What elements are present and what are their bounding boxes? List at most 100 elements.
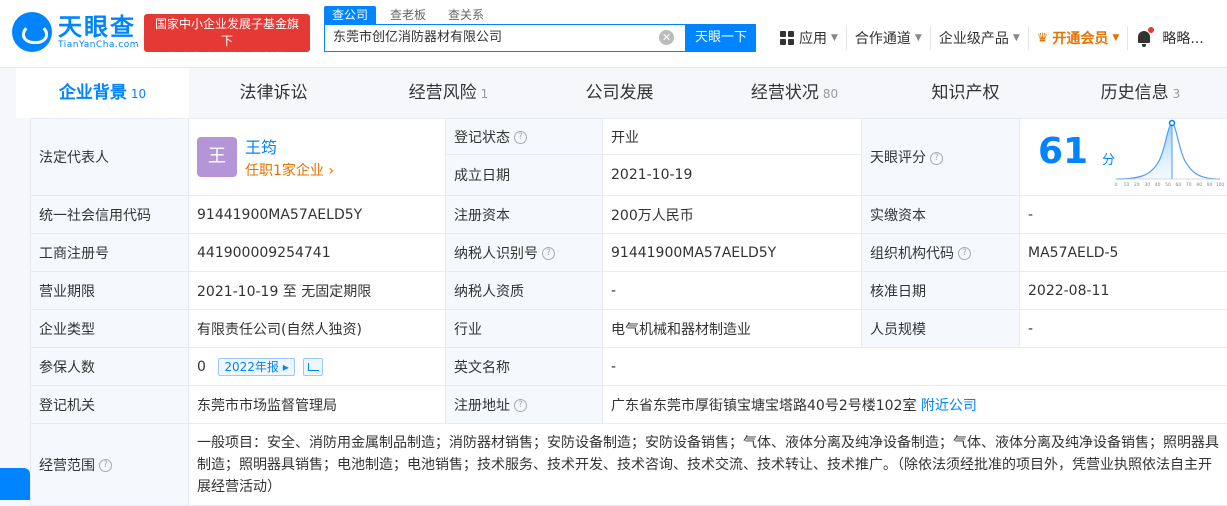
- approve-date-value: 2022-08-11: [1020, 272, 1227, 310]
- address-cell: 广东省东莞市厚街镇宝塘宝塔路40号2号楼102室 附近公司: [603, 386, 1227, 424]
- search-type-tabs: 查公司 查老板 查关系: [324, 6, 492, 24]
- chevron-down-icon: ▼: [831, 33, 838, 43]
- score-cell[interactable]: 61 分 0102030405060708090100: [1020, 119, 1227, 196]
- apps-grid-icon: [780, 31, 794, 45]
- reg-status-label: 登记状态?: [446, 119, 603, 155]
- score-label: 天眼评分?: [862, 119, 1020, 196]
- legal-rep-name[interactable]: 王筠: [245, 134, 334, 158]
- score-tick-label: 60: [1176, 182, 1182, 188]
- scope-value: 一般项目：安全、消防用金属制品制造；消防器材销售；安防设备制造；安防设备销售；气…: [189, 424, 1227, 506]
- taxpayer-id-label: 纳税人识别号?: [446, 234, 603, 272]
- help-icon[interactable]: ?: [930, 152, 943, 165]
- tab-history[interactable]: 历史信息3: [1054, 68, 1227, 118]
- tab-development[interactable]: 公司发展: [535, 68, 708, 118]
- score-tick-label: 0: [1115, 182, 1118, 188]
- logo-domain: TianYanCha.com: [58, 40, 139, 50]
- chevron-down-icon: ▼: [1013, 33, 1020, 43]
- tab-legal[interactable]: 法律诉讼: [189, 68, 362, 118]
- scope-label: 经营范围?: [31, 424, 189, 506]
- search-button[interactable]: 天眼一下: [686, 24, 756, 52]
- nav-channel[interactable]: 合作通道▼: [847, 26, 931, 50]
- eye-logo-icon: [12, 12, 52, 52]
- insured-label: 参保人数: [31, 348, 189, 386]
- reg-capital-value: 200万人民币: [603, 196, 862, 234]
- taxpayer-id-value: 91441900MA57AELD5Y: [603, 234, 862, 272]
- tab-ip[interactable]: 知识产权: [881, 68, 1054, 118]
- biz-reg-no-label: 工商注册号: [31, 234, 189, 272]
- company-type-label: 企业类型: [31, 310, 189, 348]
- side-widget[interactable]: [0, 468, 30, 500]
- annual-report-tag[interactable]: 2022年报 ▸: [218, 358, 294, 376]
- score-tick-label: 20: [1134, 182, 1140, 188]
- nearby-companies-link[interactable]: 附近公司: [921, 398, 977, 414]
- company-type-value: 有限责任公司(自然人独资): [189, 310, 446, 348]
- help-icon[interactable]: ?: [542, 247, 555, 260]
- staff-value: -: [1020, 310, 1227, 348]
- chevron-down-icon: ▼: [915, 33, 922, 43]
- help-icon[interactable]: ?: [958, 247, 971, 260]
- score-tick-label: 80: [1196, 182, 1202, 188]
- search-tab-relation[interactable]: 查关系: [440, 6, 492, 24]
- org-code-label: 组织机构代码?: [862, 234, 1020, 272]
- credit-code-label: 统一社会信用代码: [31, 196, 189, 234]
- help-icon[interactable]: ?: [514, 399, 527, 412]
- chevron-down-icon: ▼: [1112, 33, 1119, 43]
- insured-value: 0: [197, 359, 206, 375]
- tab-background[interactable]: 企业背景10: [16, 68, 189, 118]
- company-info-table: 法定代表人 王 王筠 任职1家企业 › 登记状态? 开业 天眼评分? 61 分: [30, 118, 1227, 506]
- established-value: 2021-10-19: [603, 155, 862, 196]
- legal-rep-label: 法定代表人: [31, 119, 189, 196]
- nav-user[interactable]: 略略...: [1128, 26, 1211, 50]
- legal-rep-cell: 王 王筠 任职1家企业 ›: [189, 119, 446, 196]
- tab-risk[interactable]: 经营风险1: [362, 68, 535, 118]
- clear-icon[interactable]: ✕: [659, 30, 674, 45]
- search-tab-boss[interactable]: 查老板: [382, 6, 434, 24]
- search-input[interactable]: 东莞市创亿消防器材有限公司: [324, 24, 686, 52]
- play-icon: ▸: [283, 360, 289, 374]
- tab-operation[interactable]: 经营状况80: [708, 68, 881, 118]
- reg-authority-label: 登记机关: [31, 386, 189, 424]
- term-value: 2021-10-19 至 无固定期限: [189, 272, 446, 310]
- legal-rep-positions-link[interactable]: 任职1家企业 ›: [245, 160, 334, 180]
- reg-status-value: 开业: [603, 119, 862, 155]
- score-tick-label: 40: [1155, 182, 1161, 188]
- en-name-label: 英文名称: [446, 348, 603, 386]
- insured-cell: 0 2022年报 ▸: [189, 348, 446, 386]
- industry-label: 行业: [446, 310, 603, 348]
- reg-authority-value: 东莞市市场监督管理局: [189, 386, 446, 424]
- help-icon[interactable]: ?: [514, 131, 527, 144]
- top-header: 天眼查 TianYanCha.com 国家中小企业发展子基金旗下 官方备案企业征…: [0, 0, 1227, 68]
- score-tick-label: 90: [1207, 182, 1213, 188]
- score-tick-label: 10: [1124, 182, 1130, 188]
- logo-text: 天眼查: [58, 14, 139, 40]
- bell-icon[interactable]: [1136, 29, 1152, 47]
- crown-icon: ♛: [1037, 31, 1049, 46]
- term-label: 营业期限: [31, 272, 189, 310]
- score-distribution-chart: 0102030405060708090100: [1112, 119, 1224, 195]
- credit-code-value: 91441900MA57AELD5Y: [189, 196, 446, 234]
- paid-capital-value: -: [1020, 196, 1227, 234]
- taxpayer-qual-value: -: [603, 272, 862, 310]
- trend-chart-icon[interactable]: [303, 358, 323, 376]
- score-tick-label: 100: [1216, 182, 1224, 188]
- org-code-value: MA57AELD-5: [1020, 234, 1227, 272]
- search-tab-company[interactable]: 查公司: [324, 6, 376, 24]
- score-value: 61: [1038, 131, 1088, 172]
- industry-value: 电气机械和器材制造业: [603, 310, 862, 348]
- avatar[interactable]: 王: [197, 137, 237, 177]
- score-tick-label: 30: [1144, 182, 1150, 188]
- nav-vip[interactable]: ♛ 开通会员▼: [1029, 26, 1129, 50]
- chevron-right-icon: ›: [328, 163, 334, 179]
- reg-capital-label: 注册资本: [446, 196, 603, 234]
- staff-label: 人员规模: [862, 310, 1020, 348]
- company-tabs: 企业背景10 法律诉讼 经营风险1 公司发展 经营状况80 知识产权 历史信息3: [16, 68, 1227, 118]
- gov-badge: 国家中小企业发展子基金旗下 官方备案企业征信机构: [144, 14, 310, 52]
- tianyancha-logo[interactable]: 天眼查 TianYanCha.com: [12, 12, 139, 52]
- help-icon[interactable]: ?: [99, 459, 112, 472]
- nav-apps[interactable]: 应用▼: [772, 26, 847, 50]
- established-label: 成立日期: [446, 155, 603, 196]
- taxpayer-qual-label: 纳税人资质: [446, 272, 603, 310]
- score-tick-label: 50: [1165, 182, 1171, 188]
- address-label: 注册地址?: [446, 386, 603, 424]
- nav-enterprise-products[interactable]: 企业级产品▼: [931, 26, 1029, 50]
